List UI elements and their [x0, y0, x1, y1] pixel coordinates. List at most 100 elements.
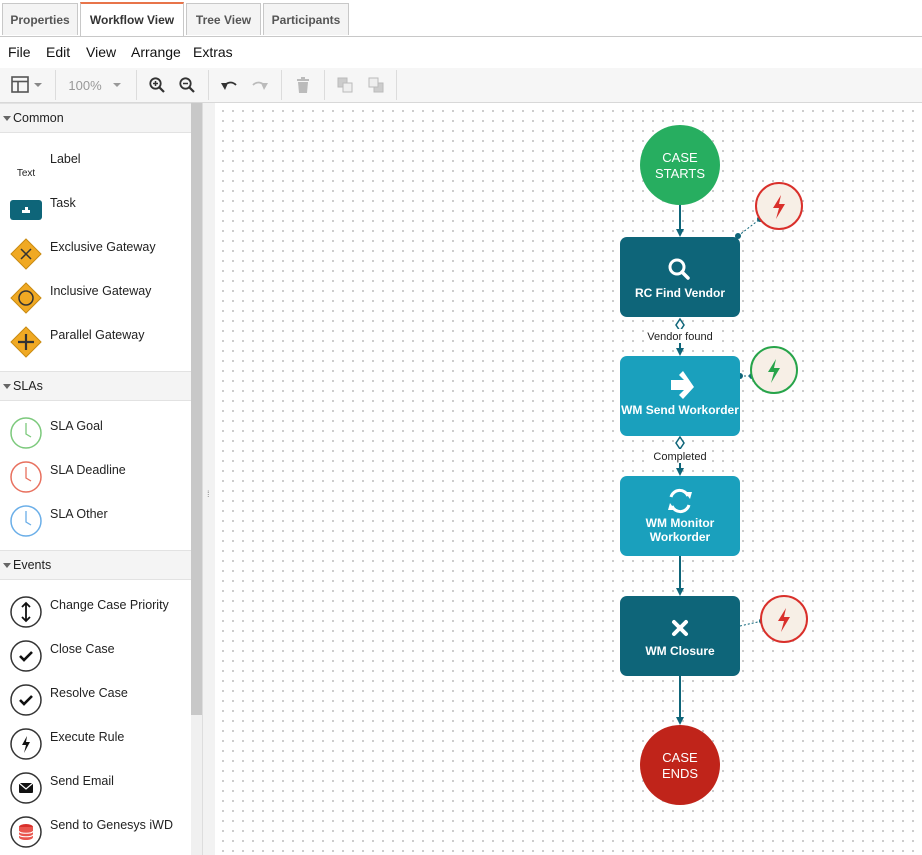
inclusive-gateway-icon — [8, 280, 44, 316]
chevron-down-icon — [3, 384, 11, 389]
priority-arrows-icon — [8, 594, 44, 630]
palette-item-parallel-gateway[interactable]: Parallel Gateway — [0, 324, 191, 368]
palette-item-inclusive-gateway[interactable]: Inclusive Gateway — [0, 280, 191, 324]
connector-diamond — [675, 435, 685, 451]
chevron-down-icon — [112, 83, 121, 87]
menu-arrange[interactable]: Arrange — [131, 44, 181, 60]
end-label-line1: CASE — [662, 750, 698, 765]
palette-item-task[interactable]: Task — [0, 192, 191, 236]
palette-item-text: Exclusive Gateway — [50, 240, 156, 254]
palette-item-text: SLA Deadline — [50, 463, 126, 477]
palette-item-sla-deadline[interactable]: SLA Deadline — [0, 459, 191, 503]
clock-icon — [8, 459, 44, 495]
zoom-in-button[interactable] — [146, 74, 168, 96]
chevron-down-icon — [3, 563, 11, 568]
undo-button[interactable] — [218, 74, 240, 96]
menu-edit[interactable]: Edit — [46, 44, 70, 60]
checkmark-icon — [8, 682, 44, 718]
envelope-icon — [8, 770, 44, 806]
redo-icon — [252, 81, 268, 90]
tab-participants[interactable]: Participants — [263, 3, 349, 35]
task-rc-find-vendor[interactable] — [620, 237, 740, 317]
rule-connector — [739, 620, 763, 627]
tab-properties[interactable]: Properties — [2, 3, 78, 35]
palette-item-text: Execute Rule — [50, 730, 125, 744]
menu-bar: File Edit View Arrange Extras — [0, 37, 922, 69]
section-title: Common — [13, 111, 64, 125]
tab-workflow-view[interactable]: Workflow View — [80, 2, 184, 36]
panel-splitter[interactable]: ⁞ — [202, 103, 215, 855]
case-start-node[interactable] — [640, 125, 720, 205]
tab-tree-view[interactable]: Tree View — [186, 3, 261, 35]
palette-item-text: Task — [50, 196, 76, 210]
menu-extras[interactable]: Extras — [193, 44, 233, 60]
case-end-node[interactable] — [640, 725, 720, 805]
task-label: WM Monitor — [646, 516, 715, 530]
palette-item-sla-goal[interactable]: SLA Goal — [0, 415, 191, 459]
clock-icon — [8, 415, 44, 451]
chevron-down-icon — [3, 116, 11, 121]
grip-icon: ⁞ — [207, 489, 210, 499]
palette-item-send-to-genesys[interactable]: Send to Genesys iWD — [0, 814, 191, 855]
section-common[interactable]: Common — [0, 103, 191, 133]
sidebar-scrollbar-track[interactable] — [191, 715, 202, 855]
section-slas[interactable]: SLAs — [0, 371, 191, 401]
section-title: SLAs — [13, 379, 43, 393]
section-title: Events — [13, 558, 52, 572]
rule-connector — [737, 218, 761, 237]
palette-item-label[interactable]: Text Label — [0, 148, 191, 192]
sidebar-scrollbar-thumb[interactable] — [191, 103, 202, 715]
start-label-line2: STARTS — [655, 166, 705, 181]
undo-icon — [221, 81, 237, 90]
palette-item-sla-other[interactable]: SLA Other — [0, 503, 191, 547]
start-label-line1: CASE — [662, 150, 698, 165]
redo-button[interactable] — [249, 74, 271, 96]
to-front-button[interactable] — [334, 74, 356, 96]
to-back-button[interactable] — [365, 74, 387, 96]
palette-item-exclusive-gateway[interactable]: Exclusive Gateway — [0, 236, 191, 280]
zoom-out-button[interactable] — [176, 74, 198, 96]
zoom-in-icon — [149, 77, 165, 93]
palette-item-send-email[interactable]: Send Email — [0, 770, 191, 814]
palette-item-execute-rule[interactable]: Execute Rule — [0, 726, 191, 770]
palette-item-text: Label — [50, 152, 81, 166]
rule-event-green[interactable] — [750, 346, 798, 394]
task-label: WM Send Workorder — [621, 403, 739, 417]
palette-item-change-case-priority[interactable]: Change Case Priority — [0, 594, 191, 638]
tab-bar: Properties Workflow View Tree View Parti… — [0, 0, 922, 37]
format-panel-button[interactable] — [8, 74, 46, 96]
clock-icon — [8, 503, 44, 539]
palette-item-text: Send Email — [50, 774, 114, 788]
palette-item-text: Change Case Priority — [50, 598, 169, 612]
edge-label-completed: Completed — [653, 451, 706, 463]
menu-file[interactable]: File — [8, 44, 31, 60]
zoom-out-icon — [179, 77, 195, 93]
task-wm-closure[interactable] — [620, 596, 740, 676]
task-label: Workorder — [650, 530, 711, 544]
parallel-gateway-icon — [8, 324, 44, 360]
section-events[interactable]: Events — [0, 550, 191, 580]
palette-item-text: Resolve Case — [50, 686, 128, 700]
zoom-select[interactable]: 100% — [64, 74, 126, 96]
palette-item-resolve-case[interactable]: Resolve Case — [0, 682, 191, 726]
to-back-icon — [368, 77, 384, 93]
menu-view[interactable]: View — [86, 44, 116, 60]
palette-item-text: Send to Genesys iWD — [50, 818, 173, 832]
zoom-value: 100% — [68, 77, 102, 93]
checkmark-icon — [8, 638, 44, 674]
toolbar: 100% — [0, 68, 922, 103]
to-front-icon — [337, 77, 353, 93]
task-label: RC Find Vendor — [635, 286, 725, 300]
layout-panel-icon — [11, 76, 42, 93]
text-label-icon: Text — [16, 167, 36, 179]
palette-item-text: Close Case — [50, 642, 115, 656]
palette-item-text: SLA Other — [50, 507, 108, 521]
workflow-diagram: CASE STARTS RC Find Vendor Vendor found … — [620, 125, 808, 805]
lightning-icon — [8, 726, 44, 762]
delete-button[interactable] — [292, 74, 314, 96]
rule-event-red-2[interactable] — [760, 595, 808, 643]
palette-item-close-case[interactable]: Close Case — [0, 638, 191, 682]
exclusive-gateway-icon — [8, 236, 44, 272]
diagram-canvas[interactable]: CASE STARTS RC Find Vendor Vendor found … — [215, 103, 922, 855]
rule-event-red-1[interactable] — [755, 182, 803, 230]
